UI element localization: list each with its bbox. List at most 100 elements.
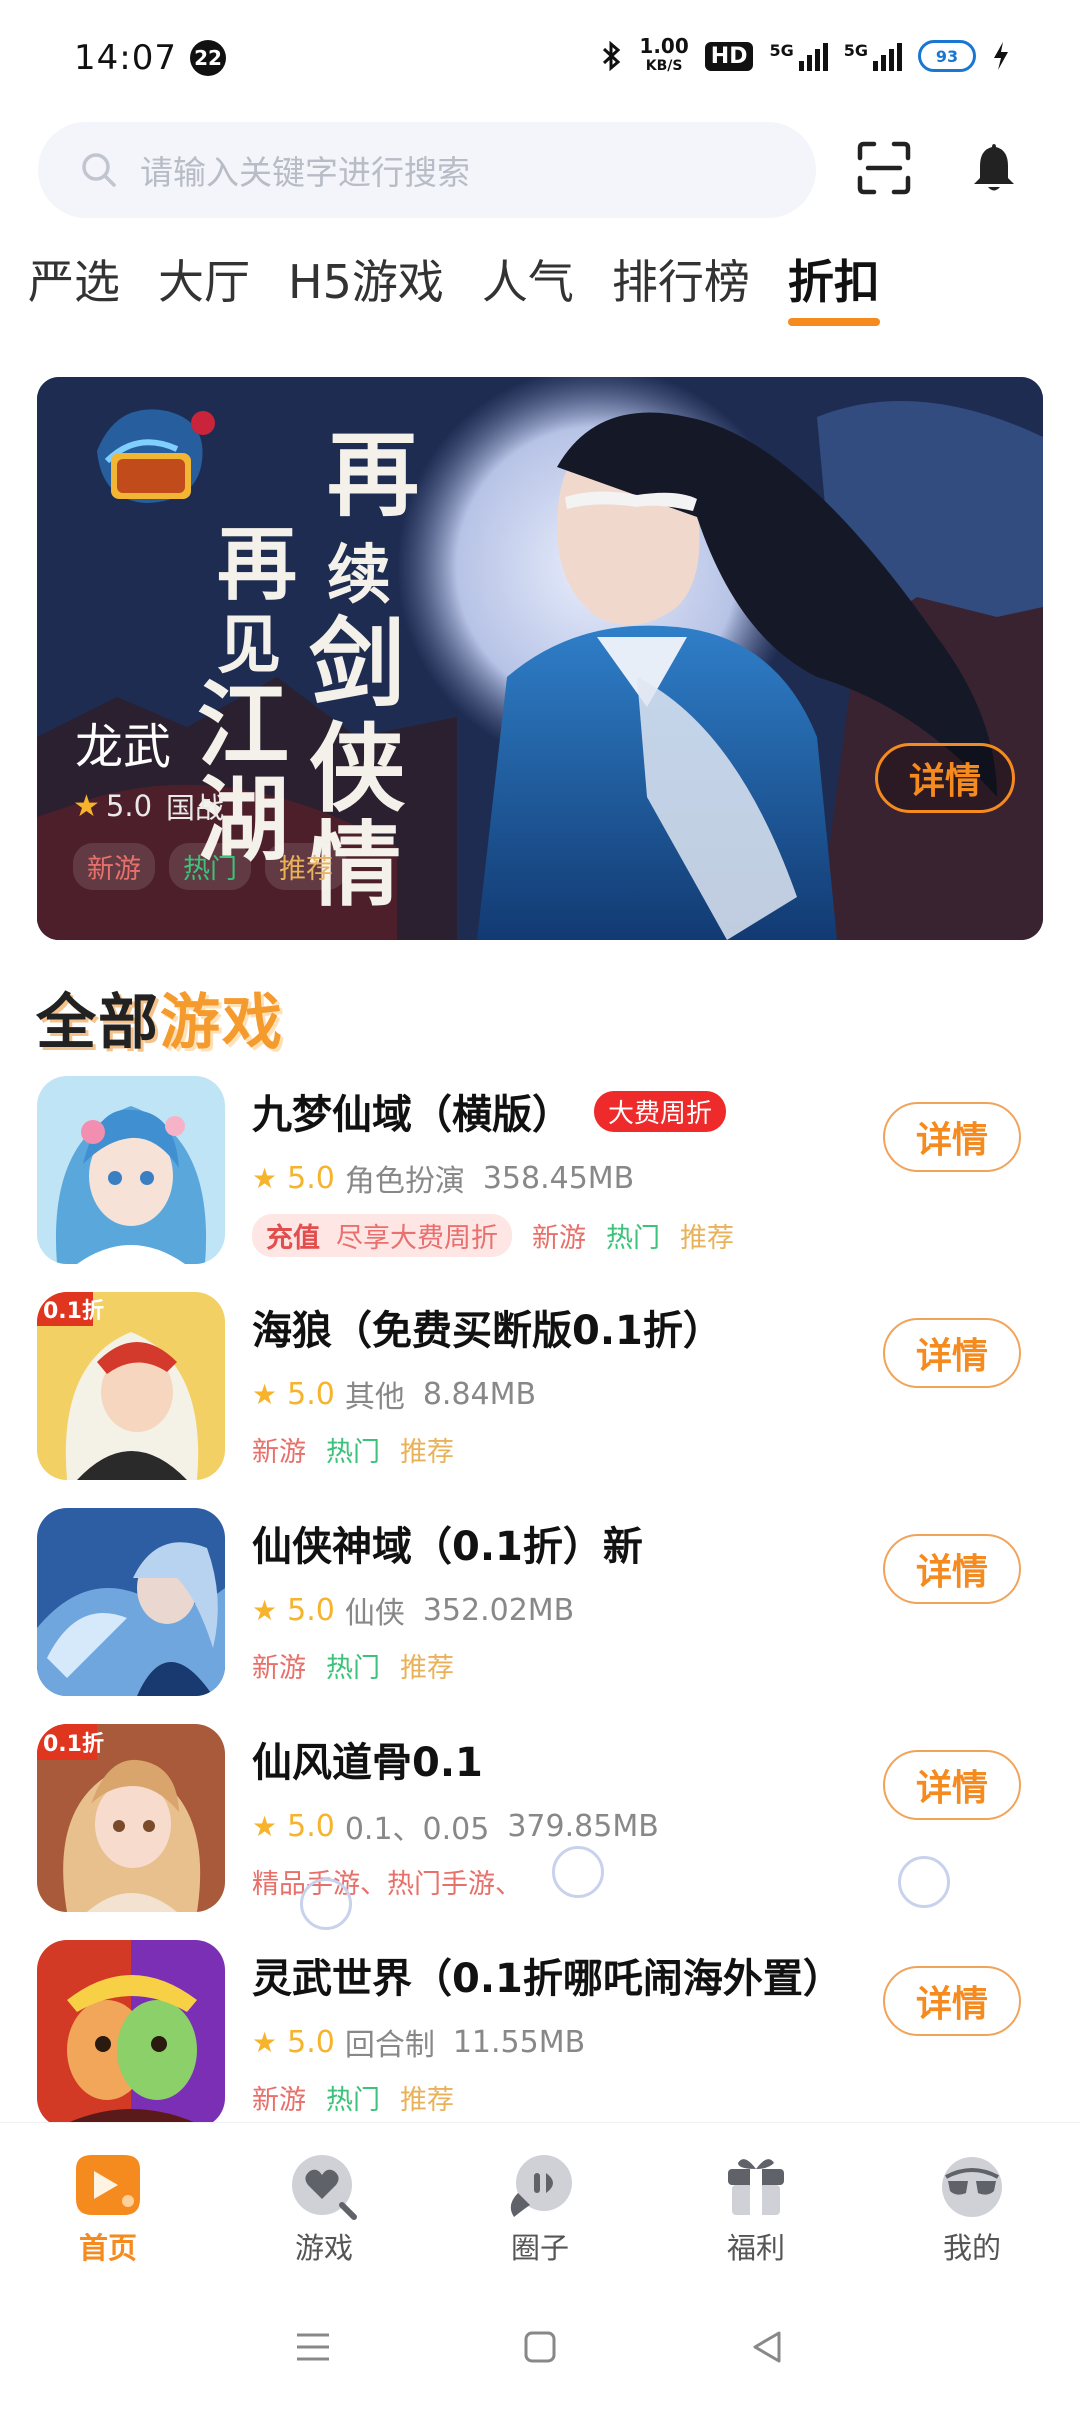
hd-icon: HD [704,41,754,71]
nav-home[interactable]: 首页 [0,2123,216,2282]
svg-text:江: 江 [197,671,289,779]
game-category: 回合制 [344,2028,435,2063]
charging-bolt-icon [994,42,1008,70]
tag-new: 新游 [73,843,155,890]
longwu-logo [97,409,215,503]
nav-welfare[interactable]: 福利 [648,2123,864,2282]
game-meta: ★ 5.0 0.1、0.05 379.85MB [252,1804,659,1848]
tab-h5-games[interactable]: H5游戏 [288,246,444,320]
tab-yanxuan[interactable]: 严选 [28,246,120,320]
search-input[interactable]: 请输入关键字进行搜索 [38,122,816,218]
loading-indicator [552,1846,604,1898]
nav-community[interactable]: 圈子 [432,2123,648,2282]
game-icon-lingwu-shijie [37,1940,225,2128]
banner-detail-button[interactable]: 详情 [875,743,1015,813]
game-tags: 充值 尽享大费周折 新游 热门 推荐 [252,1214,734,1257]
game-meta: ★ 5.0 角色扮演 358.45MB [252,1156,634,1200]
bluetooth-icon [603,40,621,72]
gift-icon [728,2159,784,2215]
back-triangle-icon[interactable] [743,2323,791,2371]
detail-button[interactable]: 详情 [883,1750,1021,1820]
game-category: 其他 [344,1380,405,1415]
tab-ranking[interactable]: 排行榜 [612,246,750,320]
list-item[interactable]: 灵武世界（0.1折哪吒闹海外置） ★ 5.0 回合制 11.55MB 新游 热门… [0,1932,1080,2148]
tag-recommend: 推荐 [265,843,347,890]
home-gamepad-icon [76,2155,140,2215]
search-icon [82,153,116,187]
tag-hot: 热门 [326,2085,380,2116]
community-icon [510,2155,572,2217]
svg-text:0.1折: 0.1折 [43,1299,104,1324]
tab-popular[interactable]: 人气 [482,246,574,320]
detail-button[interactable]: 详情 [883,1318,1021,1388]
detail-button[interactable]: 详情 [883,1102,1021,1172]
svg-text:剑: 剑 [309,607,405,720]
tab-discount[interactable]: 折扣 [787,246,880,326]
scan-icon[interactable] [856,140,912,196]
signal-icon-2: 5G [844,41,902,71]
game-icon-hailang: 0.1折 [37,1292,225,1480]
tag-new: 新游 [252,1653,306,1684]
status-icons: 1.00 KB/S HD 5G 5G 93 [601,36,1010,76]
game-rating: 5.0 [287,1808,335,1844]
banner-tags: 新游 热门 推荐 [73,843,347,890]
search-placeholder: 请输入关键字进行搜索 [140,153,470,192]
star-icon: ★ [252,1161,278,1195]
tag-recommend: 推荐 [680,1223,734,1254]
signal-icon-1: 5G [769,41,828,71]
recent-apps-icon[interactable] [289,2323,337,2371]
net-speed: 1.00 KB/S [639,34,689,74]
recharge-promo-pill: 充值 尽享大费周折 [252,1214,512,1257]
list-item[interactable]: 九梦仙域（横版） 大费周折 ★ 5.0 角色扮演 358.45MB 充值 尽享大… [0,1068,1080,1284]
detail-button[interactable]: 详情 [883,1534,1021,1604]
detail-button[interactable]: 详情 [883,1966,1021,2036]
svg-text:侠: 侠 [309,712,406,825]
game-rating: 5.0 [287,2024,335,2060]
promo-badge: 大费周折 [594,1090,727,1132]
tag-new: 新游 [252,2085,306,2116]
game-size: 11.55MB [452,2024,586,2060]
banner-rating: 5.0 [105,789,153,823]
games-heart-icon [292,2155,357,2220]
tag-new: 新游 [532,1223,586,1254]
game-title: 仙侠神域（0.1折）新 [252,1524,643,1570]
banner-meta: ★ 5.0 国战 [73,785,224,827]
banner-game-name: 龙武 [75,719,172,775]
tag-recommend: 推荐 [400,1653,454,1684]
game-icon-xianfeng-daogu: 0.1折 [37,1724,225,1912]
list-item[interactable]: 仙侠神域（0.1折）新 ★ 5.0 仙侠 352.02MB 新游 热门 推荐 详… [0,1500,1080,1716]
featured-banner[interactable]: 再 续 剑 侠 情 再 见 江 湖 龙武 ★ 5.0 国战 新游 热门 推荐 详… [37,377,1043,940]
nav-games[interactable]: 游戏 [216,2123,432,2282]
game-rating: 5.0 [287,1376,335,1412]
game-icon-xianxia-shenyu [37,1508,225,1696]
game-tags: 新游 热门 推荐 [252,1646,454,1685]
tag-new: 新游 [252,1437,306,1468]
game-size: 358.45MB [482,1160,635,1196]
home-square-icon[interactable] [516,2323,564,2371]
game-title: 九梦仙域（横版） [252,1092,572,1138]
loading-indicator [300,1878,352,1930]
plain-tags: 精品手游、热门手游、 [252,1869,522,1900]
game-tags: 精品手游、热门手游、 [252,1862,522,1901]
category-tabs: 严选 大厅 H5游戏 人气 排行榜 折扣 [28,246,918,326]
bell-icon[interactable] [966,140,1022,196]
nav-profile[interactable]: 我的 [864,2123,1080,2282]
star-icon: ★ [252,1593,278,1627]
system-navigation-bar [0,2282,1080,2412]
game-size: 8.84MB [422,1376,537,1412]
game-rating: 5.0 [287,1160,335,1196]
section-title-all-games: 全部游戏 [36,988,284,1058]
svg-text:0.1折: 0.1折 [43,1732,104,1757]
game-meta: ★ 5.0 回合制 11.55MB [252,2020,585,2064]
list-item[interactable]: 0.1折 海狼（免费买断版0.1折） ★ 5.0 其他 8.84MB 新游 热门… [0,1284,1080,1500]
cloud-battery-icon: 93 [918,40,976,72]
tag-recommend: 推荐 [400,1437,454,1468]
game-icon-jiumeng [37,1076,225,1264]
star-icon: ★ [252,1809,278,1843]
game-size: 352.02MB [422,1592,575,1628]
tag-hot: 热门 [606,1223,660,1254]
status-bar: 14:07 22 1.00 KB/S HD 5G 5G 93 [0,0,1080,112]
tag-recommend: 推荐 [400,2085,454,2116]
star-icon: ★ [73,788,100,824]
tab-dating[interactable]: 大厅 [158,246,250,320]
